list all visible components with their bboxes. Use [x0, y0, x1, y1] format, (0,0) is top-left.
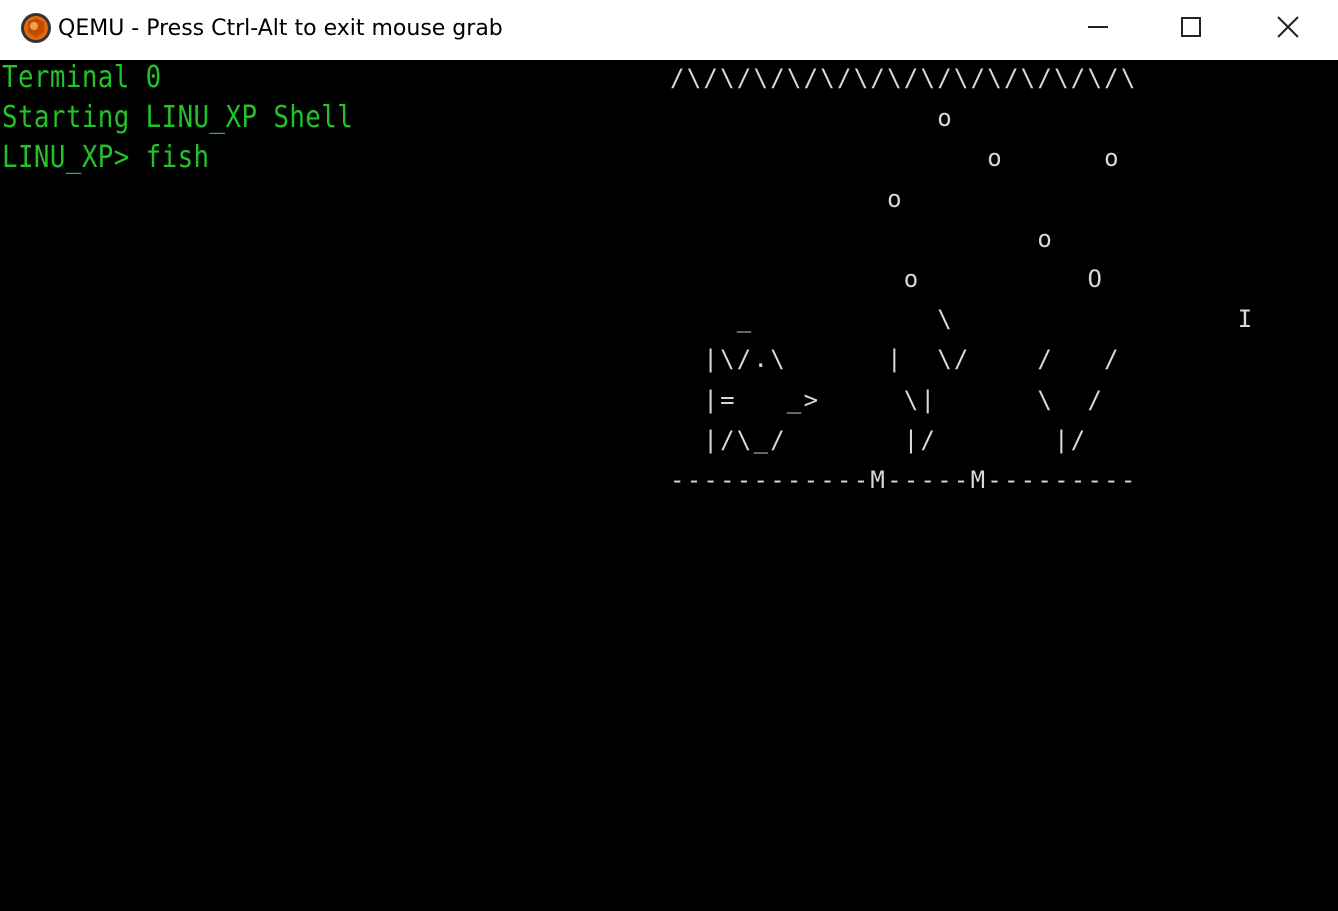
window-title: QEMU - Press Ctrl-Alt to exit mouse grab: [58, 16, 503, 41]
qemu-window: QEMU - Press Ctrl-Alt to exit mouse grab: [0, 0, 1338, 911]
terminal-line: Terminal 0: [2, 60, 162, 95]
close-icon: [1275, 14, 1301, 44]
title-bar[interactable]: QEMU - Press Ctrl-Alt to exit mouse grab: [0, 0, 1338, 60]
minimize-icon: [1086, 15, 1110, 43]
qemu-logo-icon: [20, 12, 52, 44]
terminal-line: Starting LINU_XP Shell: [2, 100, 354, 135]
minimize-button[interactable]: [1050, 0, 1146, 58]
terminal-line: LINU_XP> fish: [2, 140, 210, 175]
close-button[interactable]: [1240, 0, 1336, 58]
vm-display[interactable]: Terminal 0 Starting LINU_XP Shell LINU_X…: [0, 60, 1338, 911]
maximize-icon: [1179, 15, 1203, 43]
maximize-button[interactable]: [1143, 0, 1239, 58]
fish-aquarium-ascii-art: /\/\/\/\/\/\/\/\/\/\/\/\/\/\ o o o o o o…: [670, 64, 1255, 495]
